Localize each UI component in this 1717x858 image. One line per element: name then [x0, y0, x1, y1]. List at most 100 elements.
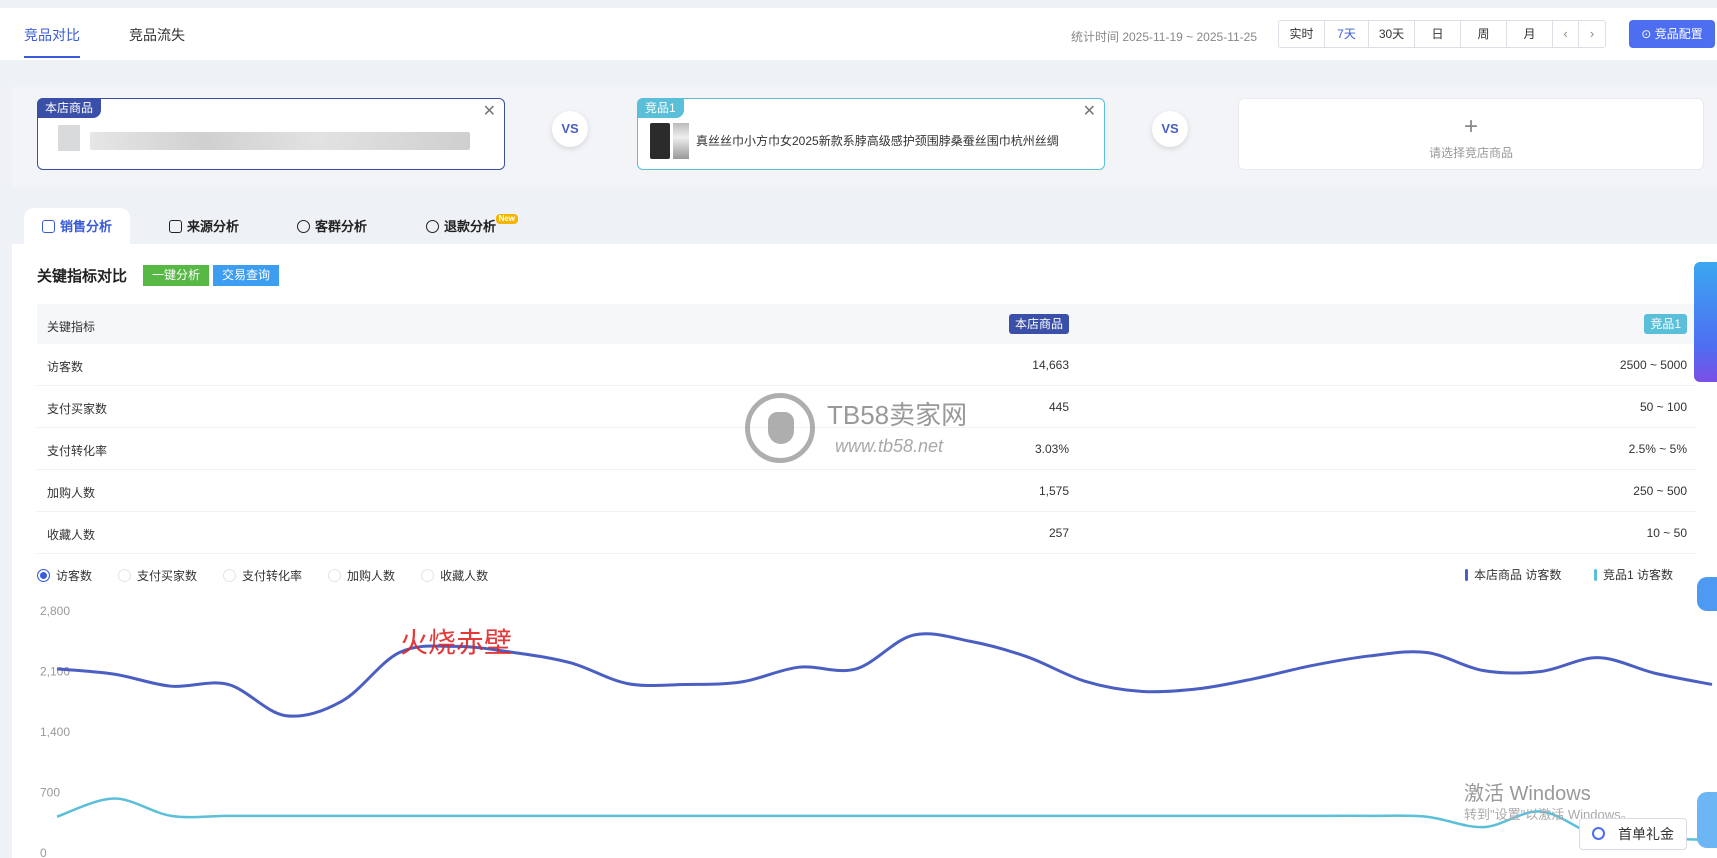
row-name: 支付转化率: [47, 444, 108, 458]
trend-icon: [169, 220, 182, 233]
top-bar: 竞品对比 竞品流失 统计时间 2025-11-19 ~ 2025-11-25 实…: [0, 8, 1717, 60]
tab-label: 来源分析: [187, 219, 240, 234]
row-name: 加购人数: [47, 486, 96, 500]
radio-dot: [223, 568, 237, 582]
range-day-button[interactable]: 日: [1415, 21, 1461, 47]
side-service-icon[interactable]: [1697, 792, 1717, 848]
radio-favorites[interactable]: 收藏人数: [421, 566, 488, 584]
legend-label: 本店商品 访客数: [1474, 568, 1562, 582]
own-series-line: [56, 632, 1713, 718]
product-thumbnail: [650, 123, 670, 159]
blurred-product-title: [90, 132, 470, 150]
table-row: 访客数 14,663 2500 ~ 5000: [37, 344, 1697, 386]
radio-label: 支付买家数: [137, 568, 198, 583]
stat-time-range: 统计时间 2025-11-19 ~ 2025-11-25: [1071, 30, 1257, 44]
y-tick-label: 700: [40, 786, 60, 800]
side-assistant-icon[interactable]: [1697, 577, 1717, 611]
radio-conversion-rate[interactable]: 支付转化率: [223, 566, 302, 584]
header-kpi: 关键指标: [47, 320, 96, 334]
one-click-analysis-button[interactable]: 一键分析: [143, 265, 209, 286]
tab-label: 客群分析: [315, 219, 368, 234]
legend-own[interactable]: 本店商品 访客数: [1465, 566, 1561, 583]
row-comp-value: 2.5% ~ 5%: [1628, 442, 1687, 456]
tab-label: 退款分析: [444, 219, 497, 234]
users-icon: [297, 220, 310, 233]
hand-icon: [768, 412, 794, 444]
range-30d-button[interactable]: 30天: [1369, 21, 1415, 47]
row-name: 访客数: [47, 360, 84, 374]
tab-competitor-compare[interactable]: 竞品对比: [24, 25, 80, 45]
visitors-line-chart: 2,800 2,100 1,400 700 0: [40, 604, 1713, 858]
tab-audience-analysis[interactable]: 客群分析: [297, 208, 367, 244]
competitor-tag: 竞品1: [637, 98, 684, 118]
legend-competitor[interactable]: 竞品1 访客数: [1594, 566, 1673, 583]
radio-dot: [118, 568, 132, 582]
refund-icon: [426, 220, 439, 233]
product-thumbnail-secondary: [673, 123, 689, 159]
tab-label: 销售分析: [60, 219, 113, 234]
legend-swatch: [1594, 568, 1597, 581]
row-comp-value: 250 ~ 500: [1633, 484, 1687, 498]
y-tick-label: 1,400: [40, 725, 70, 739]
trade-query-button[interactable]: 交易查询: [213, 265, 279, 286]
config-button-label: 竞品配置: [1654, 27, 1703, 41]
row-own-value: 3.03%: [1034, 442, 1069, 456]
row-own-value: 14,663: [1032, 358, 1069, 372]
windows-activation-title: 激活 Windows: [1464, 783, 1591, 805]
tab-sales-analysis[interactable]: 销售分析: [24, 208, 131, 244]
product-thumbnail: [58, 125, 80, 151]
own-product-card[interactable]: 本店商品 ✕: [37, 98, 505, 170]
row-name: 支付买家数: [47, 402, 108, 416]
competitor-product-title: 真丝丝巾小方巾女2025新款系脖高级感护颈围脖桑蚕丝围巾杭州丝绸: [696, 134, 1059, 148]
header-competitor: 竞品1: [1644, 314, 1687, 334]
radio-label: 支付转化率: [242, 568, 303, 583]
competitor-config-button[interactable]: ⊙ 竞品配置: [1629, 20, 1715, 48]
prev-period-icon[interactable]: ‹: [1553, 21, 1579, 47]
close-icon[interactable]: ✕: [1083, 101, 1096, 121]
own-product-tag: 本店商品: [37, 98, 102, 118]
tab-competitor-churn[interactable]: 竞品流失: [129, 25, 185, 45]
shopping-bag-icon: [42, 220, 55, 233]
row-comp-value: 50 ~ 100: [1639, 400, 1687, 414]
active-tab-underline: [24, 56, 80, 58]
time-range-group: 实时 7天 30天 日 周 月 ‹ ›: [1278, 20, 1606, 48]
row-own-value: 257: [1048, 526, 1069, 540]
radio-label: 加购人数: [347, 568, 396, 583]
row-comp-value: 10 ~ 50: [1646, 526, 1687, 540]
row-own-value: 1,575: [1038, 484, 1069, 498]
watermark-logo: [745, 393, 815, 463]
header-own-product: 本店商品: [1008, 314, 1069, 334]
table-row: 加购人数 1,575 250 ~ 500: [37, 470, 1697, 512]
y-tick-label: 0: [40, 846, 47, 858]
radio-visitors[interactable]: 访客数: [37, 566, 92, 584]
range-month-button[interactable]: 月: [1507, 21, 1553, 47]
table-header: 关键指标 本店商品 竞品1: [37, 304, 1697, 344]
row-own-value: 445: [1048, 400, 1069, 414]
side-tool-widget[interactable]: [1694, 262, 1717, 382]
radio-label: 访客数: [56, 568, 93, 583]
section-title: 关键指标对比: [37, 268, 128, 285]
table-row: 收藏人数 257 10 ~ 50: [37, 512, 1697, 554]
range-7d-button[interactable]: 7天: [1325, 21, 1369, 47]
radio-add-to-cart[interactable]: 加购人数: [328, 566, 395, 584]
competitor-product-card[interactable]: 竞品1 ✕ 真丝丝巾小方巾女2025新款系脖高级感护颈围脖桑蚕丝围巾杭州丝绸: [637, 98, 1105, 170]
select-competitor-label: 请选择竞店商品: [1428, 146, 1513, 160]
close-icon[interactable]: ✕: [483, 101, 496, 121]
y-tick-label: 2,100: [40, 665, 70, 679]
legend-swatch: [1465, 568, 1468, 581]
add-competitor-card[interactable]: + 请选择竞店商品: [1238, 98, 1704, 170]
legend-label: 竞品1 访客数: [1603, 568, 1674, 582]
radio-dot: [421, 568, 435, 582]
gift-label: 首单礼金: [1618, 826, 1674, 842]
range-week-button[interactable]: 周: [1461, 21, 1507, 47]
y-tick-label: 2,800: [40, 604, 70, 618]
range-realtime-button[interactable]: 实时: [1279, 21, 1325, 47]
radio-label: 收藏人数: [440, 568, 489, 583]
tab-source-analysis[interactable]: 来源分析: [169, 208, 239, 244]
tab-refund-analysis[interactable]: 退款分析 New: [426, 208, 519, 244]
new-badge: New: [495, 214, 519, 224]
first-order-gift-button[interactable]: 首单礼金: [1579, 818, 1687, 850]
next-period-icon[interactable]: ›: [1579, 21, 1605, 47]
radio-paying-buyers[interactable]: 支付买家数: [118, 566, 197, 584]
metric-radio-group: 访客数 支付买家数 支付转化率 加购人数 收藏人数: [37, 566, 514, 584]
